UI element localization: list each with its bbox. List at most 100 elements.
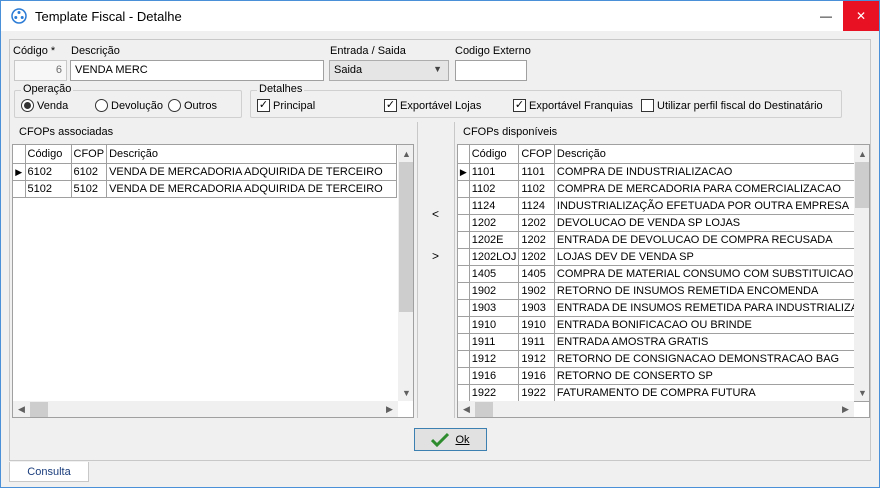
table-row[interactable]: 1910 1910 ENTRADA BONIFICACAO OU BRINDE bbox=[458, 316, 869, 334]
table-row[interactable]: 1922 1922 FATURAMENTO DE COMPRA FUTURA bbox=[458, 384, 869, 402]
cell-codigo[interactable]: 1405 bbox=[469, 265, 520, 283]
cell-cfop[interactable]: 1202 bbox=[518, 214, 555, 232]
cell-cfop[interactable]: 1922 bbox=[518, 384, 555, 402]
radio-outros[interactable]: Outros bbox=[168, 99, 217, 112]
cell-codigo[interactable]: 1202 bbox=[469, 214, 520, 232]
cell-cfop[interactable]: 1910 bbox=[518, 316, 555, 334]
right-horizontal-scrollbar[interactable]: ◀ ▶ bbox=[458, 401, 854, 417]
table-row[interactable]: 1912 1912 RETORNO DE CONSIGNACAO DEMONSTRA… bbox=[458, 350, 869, 368]
cell-cfop[interactable]: 1903 bbox=[518, 299, 555, 317]
move-right-button[interactable]: > bbox=[432, 249, 439, 263]
left-horizontal-scrollbar[interactable]: ◀ ▶ bbox=[13, 401, 398, 417]
radio-venda[interactable]: Venda bbox=[21, 99, 68, 112]
scroll-up-icon[interactable]: ▲ bbox=[854, 145, 869, 162]
scroll-thumb[interactable] bbox=[855, 162, 869, 208]
cell-descricao[interactable]: COMPRA DE MATERIAL CONSUMO COM SUBSTITUI… bbox=[554, 265, 869, 283]
minimize-button[interactable]: — bbox=[809, 1, 843, 31]
cell-codigo[interactable]: 1903 bbox=[469, 299, 520, 317]
left-vertical-scrollbar[interactable]: ▲ ▼ bbox=[398, 145, 413, 401]
table-row[interactable]: 1102 1102 COMPRA DE MERCADORIA PARA COMERC… bbox=[458, 180, 869, 198]
close-button[interactable]: ✕ bbox=[843, 1, 879, 31]
scroll-left-icon[interactable]: ◀ bbox=[13, 401, 30, 417]
cell-cfop[interactable]: 1911 bbox=[518, 333, 555, 351]
ok-button[interactable]: Ok bbox=[414, 428, 487, 451]
cell-codigo[interactable]: 1202E bbox=[469, 231, 520, 249]
cell-cfop[interactable]: 1912 bbox=[518, 350, 555, 368]
cell-cfop[interactable]: 1124 bbox=[518, 197, 555, 215]
cell-descricao[interactable]: DEVOLUCAO DE VENDA SP LOJAS bbox=[554, 214, 869, 232]
scroll-thumb[interactable] bbox=[475, 402, 493, 417]
cell-descricao[interactable]: RETORNO DE CONSERTO SP bbox=[554, 367, 869, 385]
cell-cfop[interactable]: 1405 bbox=[518, 265, 555, 283]
scroll-thumb[interactable] bbox=[399, 162, 413, 312]
scroll-left-icon[interactable]: ◀ bbox=[458, 401, 475, 417]
tab-consulta[interactable]: Consulta bbox=[9, 462, 89, 482]
table-row[interactable]: ▶ 6102 6102 VENDA DE MERCADORIA ADQUIRIDA D… bbox=[13, 163, 398, 181]
move-left-button[interactable]: < bbox=[432, 207, 439, 221]
cell-descricao[interactable]: RETORNO DE INSUMOS REMETIDA ENCOMENDA bbox=[554, 282, 869, 300]
column-header-cfop[interactable]: CFOP bbox=[518, 145, 555, 164]
cell-codigo[interactable]: 1916 bbox=[469, 367, 520, 385]
scroll-right-icon[interactable]: ▶ bbox=[837, 401, 854, 417]
cell-descricao[interactable]: ENTRADA AMOSTRA GRATIS bbox=[554, 333, 869, 351]
cell-cfop[interactable]: 1902 bbox=[518, 282, 555, 300]
cell-descricao[interactable]: ENTRADA BONIFICACAO OU BRINDE bbox=[554, 316, 869, 334]
cell-codigo[interactable]: 1911 bbox=[469, 333, 520, 351]
column-header-descricao[interactable]: Descrição bbox=[106, 145, 398, 164]
right-vertical-scrollbar[interactable]: ▲ ▼ bbox=[854, 145, 869, 401]
cell-codigo[interactable]: 6102 bbox=[25, 163, 72, 181]
table-row[interactable]: 1405 1405 COMPRA DE MATERIAL CONSUMO COM S… bbox=[458, 265, 869, 283]
scroll-down-icon[interactable]: ▼ bbox=[854, 384, 869, 401]
table-row[interactable]: 1903 1903 ENTRADA DE INSUMOS REMETIDA PARA… bbox=[458, 299, 869, 317]
table-row[interactable]: 1202 1202 DEVOLUCAO DE VENDA SP LOJAS bbox=[458, 214, 869, 232]
cell-descricao[interactable]: VENDA DE MERCADORIA ADQUIRIDA DE TERCEIR… bbox=[106, 163, 398, 181]
check-exportavel-franquias[interactable]: ✓ Exportável Franquias bbox=[513, 99, 633, 112]
table-row[interactable]: 1202E 1202 ENTRADA DE DEVOLUCAO DE COMPRA … bbox=[458, 231, 869, 249]
check-principal[interactable]: ✓ Principal bbox=[257, 99, 315, 112]
cell-codigo[interactable]: 1202LOJ bbox=[469, 248, 520, 266]
cell-cfop[interactable]: 6102 bbox=[71, 163, 108, 181]
scroll-right-icon[interactable]: ▶ bbox=[381, 401, 398, 417]
cell-descricao[interactable]: LOJAS DEV DE VENDA SP bbox=[554, 248, 869, 266]
table-row[interactable]: 1124 1124 INDUSTRIALIZAÇÃO EFETUADA POR OU… bbox=[458, 197, 869, 215]
cell-descricao[interactable]: ENTRADA DE DEVOLUCAO DE COMPRA RECUSADA bbox=[554, 231, 869, 249]
cell-cfop[interactable]: 1102 bbox=[518, 180, 555, 198]
scroll-thumb[interactable] bbox=[30, 402, 48, 417]
cell-descricao[interactable]: RETORNO DE CONSIGNACAO DEMONSTRACAO BAG bbox=[554, 350, 869, 368]
entrada-saida-select[interactable]: Saida ▼ bbox=[329, 60, 449, 81]
cell-codigo[interactable]: 1101 bbox=[469, 163, 520, 181]
cell-descricao[interactable]: ENTRADA DE INSUMOS REMETIDA PARA INDUSTR… bbox=[554, 299, 869, 317]
check-perfil-destinatario[interactable]: Utilizar perfil fiscal do Destinatário bbox=[641, 99, 823, 112]
cell-cfop[interactable]: 1202 bbox=[518, 231, 555, 249]
cell-descricao[interactable]: INDUSTRIALIZAÇÃO EFETUADA POR OUTRA EMPR… bbox=[554, 197, 869, 215]
cell-codigo[interactable]: 1902 bbox=[469, 282, 520, 300]
cell-descricao[interactable]: COMPRA DE INDUSTRIALIZACAO bbox=[554, 163, 869, 181]
descricao-field[interactable]: VENDA MERC bbox=[70, 60, 324, 81]
cell-cfop[interactable]: 5102 bbox=[71, 180, 108, 198]
scroll-up-icon[interactable]: ▲ bbox=[398, 145, 413, 162]
cell-descricao[interactable]: FATURAMENTO DE COMPRA FUTURA bbox=[554, 384, 869, 402]
column-header-descricao[interactable]: Descrição bbox=[554, 145, 869, 164]
radio-devolucao[interactable]: Devolução bbox=[95, 99, 163, 112]
table-row[interactable]: 1916 1916 RETORNO DE CONSERTO SP bbox=[458, 367, 869, 385]
cell-codigo[interactable]: 1124 bbox=[469, 197, 520, 215]
column-header-cfop[interactable]: CFOP bbox=[71, 145, 108, 164]
column-header-codigo[interactable]: Código bbox=[469, 145, 520, 164]
scroll-down-icon[interactable]: ▼ bbox=[398, 384, 413, 401]
cell-descricao[interactable]: VENDA DE MERCADORIA ADQUIRIDA DE TERCEIR… bbox=[106, 180, 398, 198]
cell-cfop[interactable]: 1101 bbox=[518, 163, 555, 181]
table-row[interactable]: 1911 1911 ENTRADA AMOSTRA GRATIS bbox=[458, 333, 869, 351]
column-header-codigo[interactable]: Código bbox=[25, 145, 72, 164]
table-row[interactable]: 1902 1902 RETORNO DE INSUMOS REMETIDA ENCO… bbox=[458, 282, 869, 300]
cell-codigo[interactable]: 5102 bbox=[25, 180, 72, 198]
check-exportavel-lojas[interactable]: ✓ Exportável Lojas bbox=[384, 99, 481, 112]
cell-codigo[interactable]: 1912 bbox=[469, 350, 520, 368]
cell-cfop[interactable]: 1916 bbox=[518, 367, 555, 385]
cell-codigo[interactable]: 1102 bbox=[469, 180, 520, 198]
table-row[interactable]: 5102 5102 VENDA DE MERCADORIA ADQUIRIDA DE… bbox=[13, 180, 398, 198]
table-row[interactable]: ▶ 1101 1101 COMPRA DE INDUSTRIALIZACAO bbox=[458, 163, 869, 181]
cell-codigo[interactable]: 1922 bbox=[469, 384, 520, 402]
table-row[interactable]: 1202LOJ 1202 LOJAS DEV DE VENDA SP bbox=[458, 248, 869, 266]
cell-cfop[interactable]: 1202 bbox=[518, 248, 555, 266]
codigo-externo-field[interactable] bbox=[455, 60, 527, 81]
